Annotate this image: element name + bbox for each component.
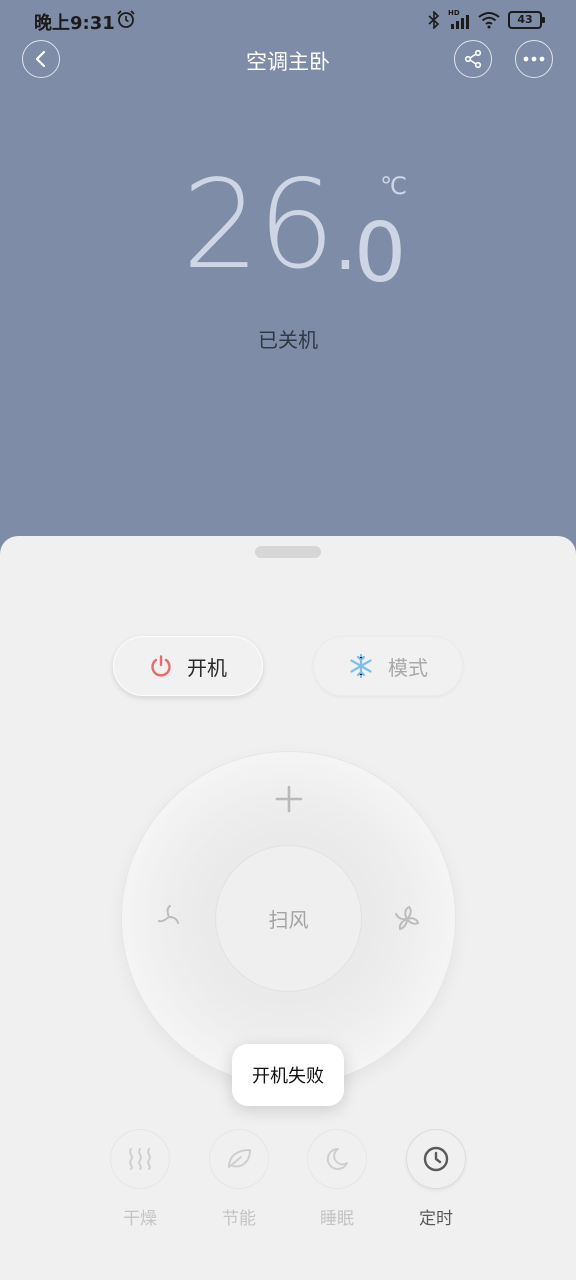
power-label: 开机: [187, 655, 227, 680]
dry-icon: [129, 1148, 151, 1170]
power-state-text: 已关机: [258, 328, 318, 352]
alarm-icon: [117, 10, 135, 28]
fan-speed-high-icon[interactable]: [390, 902, 424, 936]
function-label: 节能: [222, 1209, 256, 1229]
function-eco[interactable]: 节能: [208, 1130, 270, 1229]
status-bar: 晚上9:31 HD 43: [0, 0, 576, 42]
snowflake-icon: [350, 653, 372, 679]
moon-icon: [326, 1147, 348, 1170]
plus-icon[interactable]: [272, 782, 306, 816]
toast-message: 开机失败: [232, 1044, 344, 1106]
fan-speed-low-icon[interactable]: [154, 902, 184, 932]
swing-label: 扫风: [268, 908, 309, 932]
clock-icon: [423, 1146, 449, 1172]
more-button[interactable]: [515, 40, 553, 78]
temperature-decimal: 0: [354, 206, 407, 301]
mode-button[interactable]: 模式: [313, 636, 463, 696]
function-timer[interactable]: 定时: [405, 1130, 467, 1229]
sheet-handle[interactable]: [255, 546, 321, 558]
function-sleep[interactable]: 睡眠: [306, 1130, 368, 1229]
dry-button[interactable]: [111, 1130, 169, 1188]
share-icon: [464, 49, 482, 69]
sleep-button[interactable]: [308, 1130, 366, 1188]
wifi-icon: [478, 12, 500, 29]
mode-label: 模式: [388, 655, 428, 680]
swing-button[interactable]: 扫风: [216, 846, 361, 991]
timer-button[interactable]: [407, 1130, 465, 1188]
temperature-unit: ℃: [380, 172, 407, 200]
control-sheet: 开机 模式 扫风 开机失败 干燥 节能 睡眠 定时: [0, 536, 576, 1280]
power-icon: [151, 655, 171, 677]
function-label: 干燥: [123, 1209, 157, 1229]
function-label: 定时: [419, 1209, 453, 1229]
function-label: 睡眠: [320, 1209, 354, 1229]
leaf-icon: [228, 1149, 251, 1168]
temperature-display: 26 . 0 ℃: [0, 154, 576, 301]
temperature-dial: 扫风: [122, 752, 455, 1085]
status-icons: HD 43: [428, 9, 545, 30]
battery-icon: 43: [508, 11, 545, 29]
temperature-integer: 26: [182, 154, 335, 296]
eco-button[interactable]: [210, 1130, 268, 1188]
function-dry[interactable]: 干燥: [109, 1130, 171, 1229]
power-button[interactable]: 开机: [113, 636, 263, 696]
bluetooth-icon: [428, 11, 440, 29]
share-button[interactable]: [454, 40, 492, 78]
more-icon: [523, 56, 545, 62]
status-time: 晚上9:31: [34, 13, 115, 34]
signal-icon: HD: [448, 9, 470, 29]
